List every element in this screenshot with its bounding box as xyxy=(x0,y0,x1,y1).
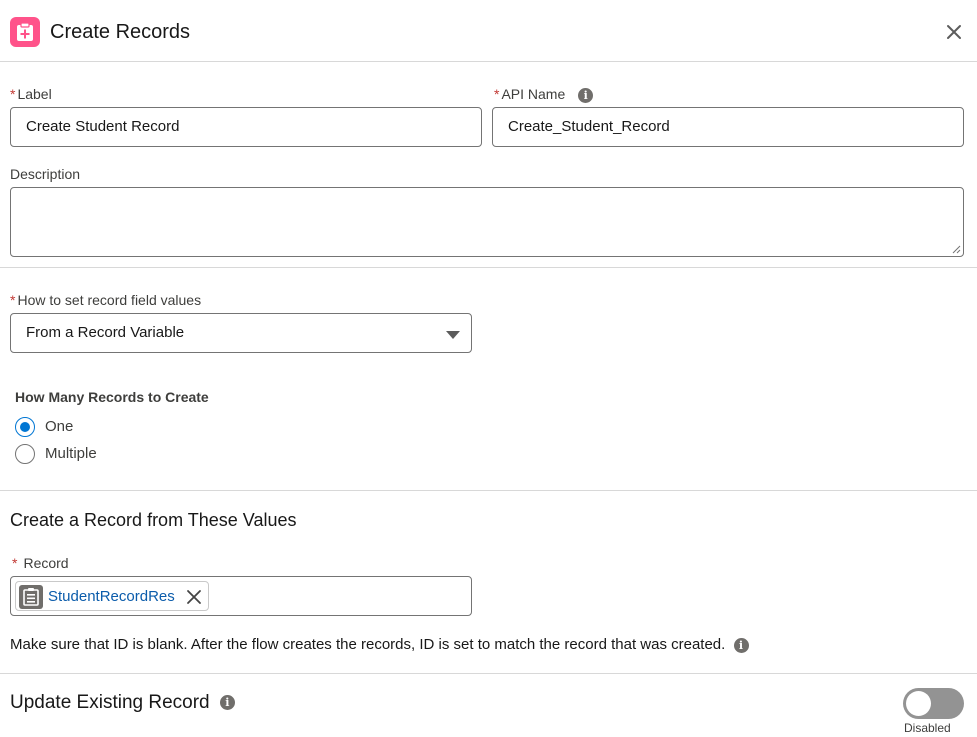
radio-button[interactable] xyxy=(15,444,35,464)
radio-label: One xyxy=(45,418,74,435)
divider xyxy=(0,490,977,491)
how-many-title: How Many Records to Create xyxy=(15,389,209,405)
description-textarea[interactable] xyxy=(10,187,964,257)
resize-grip-icon[interactable] xyxy=(951,244,961,254)
required-mark: * xyxy=(10,292,16,308)
radio-label: Multiple xyxy=(45,445,97,462)
info-icon[interactable]: i xyxy=(733,637,749,653)
update-existing-toggle[interactable] xyxy=(903,688,964,719)
required-mark: * xyxy=(12,555,18,571)
record-input[interactable]: StudentRecordRes xyxy=(10,576,472,616)
record-field-label: * Record xyxy=(12,555,69,571)
description-label: Description xyxy=(10,166,81,182)
toggle-state-label: Disabled xyxy=(904,721,951,735)
info-icon[interactable]: i xyxy=(578,87,594,103)
chevron-down-icon xyxy=(446,331,460,339)
record-pill[interactable]: StudentRecordRes xyxy=(15,581,209,611)
record-variable-icon xyxy=(19,585,43,609)
set-values-text: How to set record field values xyxy=(17,292,202,308)
info-icon[interactable]: i xyxy=(219,695,235,711)
toggle-knob xyxy=(906,691,931,716)
label-field-label: * Label xyxy=(10,86,52,102)
help-text-content: Make sure that ID is blank. After the fl… xyxy=(10,636,726,653)
modal-title: Create Records xyxy=(50,21,191,43)
close-icon[interactable] xyxy=(944,22,964,42)
pill-label: StudentRecordRes xyxy=(48,588,175,605)
label-text: Label xyxy=(17,86,52,102)
remove-icon[interactable] xyxy=(186,589,202,605)
update-existing-text: Update Existing Record xyxy=(10,692,210,713)
record-text: Record xyxy=(23,555,69,571)
set-values-select[interactable]: From a Record Variable xyxy=(10,313,472,353)
label-input[interactable]: Create Student Record xyxy=(10,107,482,147)
update-existing-title: Update Existing Record i xyxy=(10,692,235,714)
values-section-title: Create a Record from These Values xyxy=(10,510,297,530)
divider xyxy=(0,673,977,674)
api-name-text: API Name xyxy=(501,86,566,102)
create-records-icon xyxy=(10,17,40,47)
modal-header: Create Records xyxy=(0,0,977,62)
record-help-text: Make sure that ID is blank. After the fl… xyxy=(10,636,749,653)
api-name-field-label: * API Name i xyxy=(494,86,594,103)
required-mark: * xyxy=(10,86,16,102)
api-name-input[interactable]: Create_Student_Record xyxy=(492,107,964,147)
create-records-modal: Create Records * Label Create Student Rec… xyxy=(0,0,977,737)
radio-button-checked[interactable] xyxy=(15,417,35,437)
required-mark: * xyxy=(494,86,500,102)
divider xyxy=(0,267,977,268)
set-values-selected: From a Record Variable xyxy=(26,324,185,341)
set-values-label: * How to set record field values xyxy=(10,292,201,308)
